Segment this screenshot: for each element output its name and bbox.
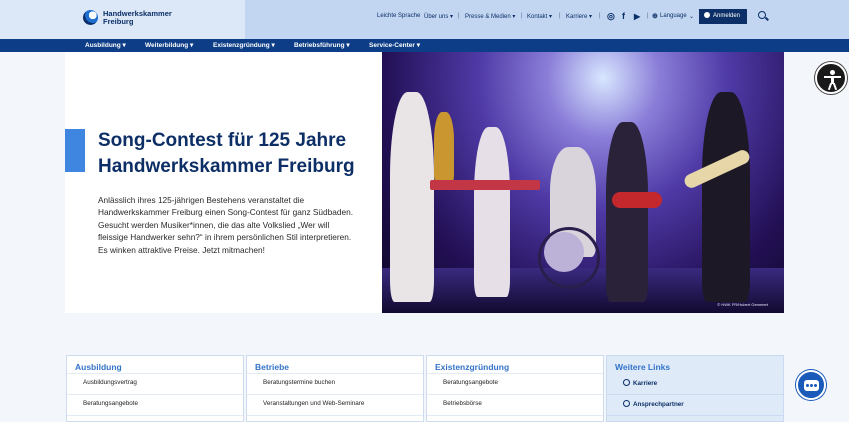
language-selector[interactable]: Language <box>660 13 687 19</box>
keyboard <box>430 180 540 190</box>
logo-area[interactable]: Handwerkskammer Freiburg <box>0 0 245 39</box>
nav-separator: | <box>458 13 460 19</box>
quicklinks-betriebe: Betriebe Beratungstermine buchen Veranst… <box>246 355 424 422</box>
red-guitar <box>612 192 662 208</box>
main-nav-service-center[interactable]: Service-Center ▾ <box>369 41 420 49</box>
chevron-down-icon: ⌄ <box>689 14 695 20</box>
nav-leichte-sprache[interactable]: Leichte Sprache <box>377 13 420 19</box>
main-navigation: Ausbildung ▾ Weiterbildung ▾ Existenzgrü… <box>0 39 849 52</box>
nav-separator: | <box>599 13 601 19</box>
nav-separator: | <box>559 13 561 19</box>
column-title: Weitere Links <box>607 356 783 374</box>
singer-figure <box>390 92 434 302</box>
column-title[interactable]: Betriebe <box>247 356 423 374</box>
guitarist-figure <box>606 122 648 302</box>
hero-description: Anlässlich ihres 125-jährigen Bestehens … <box>98 195 354 255</box>
quicklinks-weitere-links: Weitere Links Karriere Ansprechpartner <box>606 355 784 422</box>
image-credit: © HWK FR/Hubert Gemmert <box>717 302 768 307</box>
main-nav-weiterbildung[interactable]: Weiterbildung ▾ <box>145 41 193 49</box>
globe-icon: ⊕ <box>652 13 658 20</box>
chat-icon[interactable] <box>796 370 826 400</box>
link-beratungstermine-buchen[interactable]: Beratungstermine buchen <box>247 374 423 395</box>
nav-kontakt[interactable]: Kontakt ▾ <box>527 13 552 20</box>
quicklinks-existenzgruendung: Existenzgründung Beratungsangebote Betri… <box>426 355 604 422</box>
instagram-icon[interactable]: ◎ <box>607 11 615 22</box>
brand-name: Handwerkskammer Freiburg <box>103 9 172 26</box>
site-header: Handwerkskammer Freiburg Leichte Sprache… <box>0 0 849 39</box>
user-icon <box>704 12 710 18</box>
hero-image-band-on-stage[interactable]: © HWK FR/Hubert Gemmert <box>382 52 784 313</box>
link-ansprechpartner[interactable]: Ansprechpartner <box>607 395 783 416</box>
career-icon <box>623 379 630 386</box>
nav-karriere[interactable]: Karriere ▾ <box>566 13 592 20</box>
link-beratungsangebote[interactable]: Beratungsangebote <box>67 395 243 416</box>
keyboard-player-figure <box>474 127 510 297</box>
link-karriere[interactable]: Karriere <box>607 374 783 395</box>
login-button[interactable]: Anmelden <box>699 9 747 24</box>
column-title[interactable]: Ausbildung <box>67 356 243 374</box>
main-nav-existenzgruendung[interactable]: Existenzgründung ▾ <box>213 41 275 49</box>
link-beratungsangebote[interactable]: Beratungsangebote <box>427 374 603 395</box>
link-ausbildungsvertrag[interactable]: Ausbildungsvertrag <box>67 374 243 395</box>
column-title[interactable]: Existenzgründung <box>427 356 603 374</box>
hero-teaser <box>65 52 382 313</box>
nav-separator: | <box>647 13 649 19</box>
saxophone <box>434 112 454 182</box>
contact-person-icon <box>623 400 630 407</box>
nav-presse-medien[interactable]: Presse & Medien ▾ <box>465 13 515 20</box>
main-nav-betriebsfuehrung[interactable]: Betriebsführung ▾ <box>294 41 350 49</box>
hwk-logo-icon <box>83 10 98 25</box>
bass-drum <box>538 227 600 289</box>
link-veranstaltungen-web-seminare[interactable]: Veranstaltungen und Web-Seminare <box>247 395 423 416</box>
nav-separator: | <box>521 13 523 19</box>
hero-title[interactable]: Song-Contest für 125 Jahre Handwerkskamm… <box>98 128 368 180</box>
hero-accent-bar <box>65 129 85 172</box>
youtube-icon[interactable]: ▶ <box>634 12 640 21</box>
link-betriebsboerse[interactable]: Betriebsbörse <box>427 395 603 416</box>
facebook-icon[interactable]: f <box>622 11 625 21</box>
nav-ueber-uns[interactable]: Über uns ▾ <box>424 13 453 20</box>
quicklinks-ausbildung: Ausbildung Ausbildungsvertrag Beratungsa… <box>66 355 244 422</box>
accessibility-icon[interactable] <box>815 62 847 94</box>
search-icon[interactable] <box>758 11 766 19</box>
bass-player-figure <box>702 92 750 302</box>
main-nav-ausbildung[interactable]: Ausbildung ▾ <box>85 41 126 49</box>
